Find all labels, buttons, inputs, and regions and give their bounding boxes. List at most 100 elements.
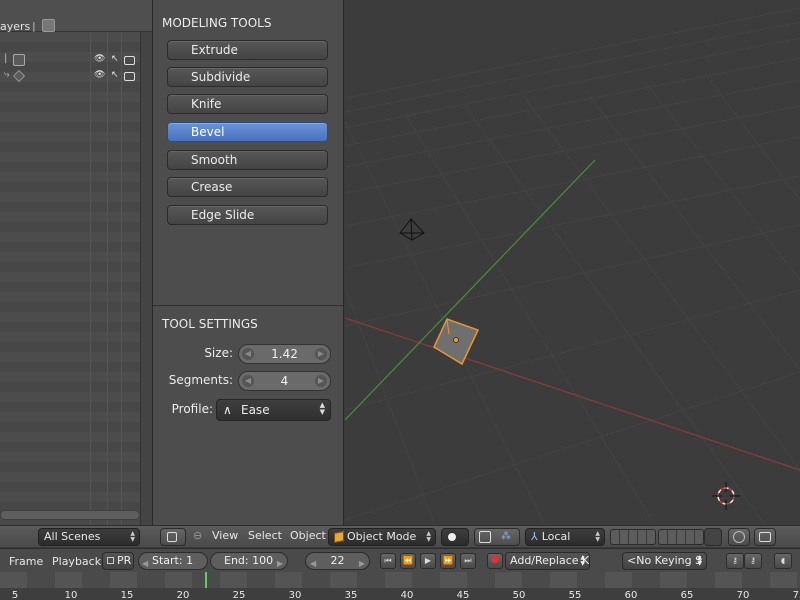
current-frame-value: 22 <box>330 554 345 567</box>
3d-viewport[interactable] <box>345 0 800 525</box>
segments-value: 4 <box>280 374 289 388</box>
updown-arrows-icon: ▲ ▼ <box>697 554 702 567</box>
render-camera-icon[interactable] <box>124 72 135 81</box>
jump-to-start-icon[interactable]: ⏮ <box>380 553 396 569</box>
camera-object[interactable] <box>399 218 425 241</box>
end-frame-field[interactable]: End: 100 ▶ <box>210 552 288 570</box>
column-divider <box>121 32 122 525</box>
editor-type-button[interactable] <box>160 528 186 546</box>
segments-field[interactable]: ◀ 4 ▶ <box>238 371 331 391</box>
scenes-select-label: All Scenes <box>44 530 101 543</box>
segments-label: Segments: <box>168 373 233 387</box>
knife-button[interactable]: Knife <box>167 94 328 114</box>
visibility-eye-icon[interactable]: 👁 <box>94 70 105 80</box>
extrude-button[interactable]: Extrude <box>167 40 328 60</box>
record-icon[interactable] <box>487 553 503 569</box>
insert-keyframe-icon[interactable]: ⚷ <box>726 553 744 569</box>
orientation-select[interactable]: ⅄ Local ▲ ▼ <box>525 528 605 546</box>
timeline-ruler[interactable]: 5 10 15 20 25 30 35 40 45 50 55 60 65 70 75 <box>0 572 800 600</box>
ruler-tick-label: 60 <box>624 590 638 600</box>
ruler-tick-label: 75 <box>792 590 800 600</box>
size-value: 1.42 <box>271 347 298 361</box>
subdivide-button[interactable]: Subdivide <box>167 67 328 87</box>
manipulator-icon: ⁂ <box>501 531 511 542</box>
frame-menu[interactable]: Frame <box>9 555 43 568</box>
audio-scrub-icon[interactable]: ◖ <box>774 553 792 569</box>
render-button[interactable] <box>754 528 776 546</box>
3d-cursor-icon[interactable] <box>712 482 740 510</box>
mode-select[interactable]: Object Mode ▲ ▼ <box>328 528 436 546</box>
column-divider <box>107 32 108 525</box>
jump-prev-keyframe-icon[interactable]: ⏪ <box>400 553 416 569</box>
object-icon <box>13 54 25 66</box>
cube-editor-icon <box>167 532 177 542</box>
outliner-panel: ayers | | 👁 ↖ ⤷ 👁 ↖ <box>0 0 152 525</box>
select-menu[interactable]: Select <box>248 529 282 542</box>
horizontal-scrollbar[interactable] <box>0 510 140 520</box>
proportional-edit-button[interactable] <box>728 528 750 546</box>
record-dot <box>491 555 499 563</box>
ruler-tick-label: 20 <box>176 590 190 600</box>
play-icon[interactable]: ▶ <box>420 553 436 569</box>
jump-next-keyframe-icon[interactable]: ⏩ <box>440 553 456 569</box>
outliner-row[interactable]: ⤷ 👁 ↖ <box>0 69 140 83</box>
collapse-menu-icon[interactable]: ⊖ <box>193 529 202 542</box>
vertical-scrollbar[interactable] <box>140 32 152 525</box>
crease-button[interactable]: Crease <box>167 177 328 197</box>
viewport-header: All Scenes ▲ ▼ ⊖ View Select Object Objec… <box>0 525 800 547</box>
ruler-tick-label: 45 <box>456 590 470 600</box>
view-menu[interactable]: View <box>212 529 238 542</box>
viewport-shading-select[interactable] <box>441 528 469 546</box>
decrement-arrow-icon[interactable]: ◀ <box>142 556 148 572</box>
current-frame-field[interactable]: ◀ 22 ▶ <box>305 552 370 570</box>
pivot-manipulator-group[interactable]: ⁂ <box>474 528 520 546</box>
ruler-tick-label: 25 <box>232 590 246 600</box>
keying-mode-select[interactable]: Add/Replace K ▲ ▼ <box>505 552 590 570</box>
ruler-tick-label: 70 <box>736 590 750 600</box>
size-field[interactable]: ◀ 1.42 ▶ <box>238 344 331 364</box>
viewport-canvas[interactable] <box>345 0 800 525</box>
layers-grid-1[interactable] <box>610 529 656 545</box>
timeline-header: Frame Playback PR ◀ Start: 1 End: 100 ▶ … <box>0 548 800 572</box>
ruler-tick-label: 50 <box>512 590 526 600</box>
increment-arrow-icon[interactable]: ▶ <box>359 556 365 572</box>
edge-slide-button[interactable]: Edge Slide <box>167 205 328 225</box>
ruler-tick-label: 30 <box>288 590 302 600</box>
increment-arrow-icon[interactable]: ▶ <box>315 348 327 360</box>
playback-menu[interactable]: Playback <box>52 555 101 568</box>
scenes-select[interactable]: All Scenes ▲ ▼ <box>38 528 140 546</box>
render-camera-icon[interactable] <box>124 56 135 65</box>
jump-to-end-icon[interactable]: ⏭ <box>460 553 476 569</box>
profile-value: Ease <box>241 403 270 417</box>
lock-layers-button[interactable] <box>704 528 722 546</box>
selectable-cursor-icon[interactable]: ↖ <box>111 70 119 80</box>
delete-keyframe-icon[interactable]: ⚷ <box>744 553 762 569</box>
increment-arrow-icon[interactable]: ▶ <box>277 556 283 572</box>
visibility-eye-icon[interactable]: 👁 <box>94 54 105 64</box>
keying-set-select[interactable]: <No Keying S ▲ ▼ <box>622 552 707 570</box>
smooth-button[interactable]: Smooth <box>167 150 328 170</box>
keying-mode-label: Add/Replace K <box>510 554 590 567</box>
updown-arrows-icon: ▲ ▼ <box>426 530 431 543</box>
profile-select[interactable]: ∧ Ease ▲ ▼ <box>216 399 331 421</box>
pr-label: PR <box>117 554 132 567</box>
preview-range-toggle[interactable]: PR <box>102 552 134 570</box>
ruler-tick-label: 5 <box>11 590 19 600</box>
ruler-tick-label: 15 <box>120 590 134 600</box>
mode-select-label: Object Mode <box>347 530 417 543</box>
increment-arrow-icon[interactable]: ▶ <box>315 375 327 387</box>
display-mode-icon[interactable] <box>42 19 55 32</box>
selectable-cursor-icon[interactable]: ↖ <box>111 54 119 64</box>
layers-grid-2[interactable] <box>658 529 704 545</box>
pivot-icon <box>479 531 491 543</box>
decrement-arrow-icon[interactable]: ◀ <box>310 556 316 572</box>
outliner-row[interactable]: | 👁 ↖ <box>0 53 140 67</box>
object-menu[interactable]: Object <box>290 529 326 542</box>
current-frame-indicator[interactable] <box>205 572 208 588</box>
camera-render-icon <box>759 532 771 542</box>
ruler-tick-label: 10 <box>64 590 78 600</box>
tool-shelf: MODELING TOOLS Extrude Subdivide Knife B… <box>152 0 344 525</box>
selected-cube[interactable] <box>433 318 480 366</box>
bevel-button[interactable]: Bevel <box>167 122 328 142</box>
start-frame-field[interactable]: ◀ Start: 1 <box>138 552 208 570</box>
